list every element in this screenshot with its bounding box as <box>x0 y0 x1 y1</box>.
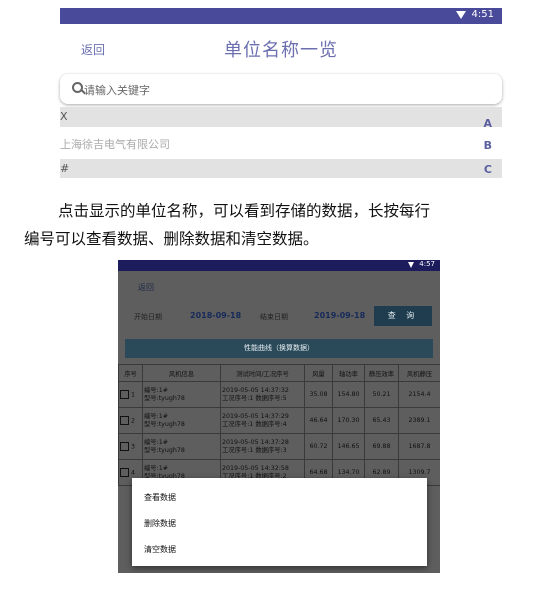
row-checkbox[interactable] <box>120 416 129 425</box>
wifi-icon <box>456 11 466 19</box>
status-time: 4:57 <box>419 260 435 268</box>
row-checkbox[interactable] <box>120 390 129 399</box>
section-label: X <box>60 110 68 123</box>
fan-model: 型号:tyugh78 <box>144 446 185 454</box>
app-header: 返回 单位名称一览 <box>60 24 502 74</box>
fan-id: 编号:1# <box>144 386 168 394</box>
performance-curve-button[interactable]: 性能曲线（换算数据） <box>125 339 433 358</box>
menu-item-delete-data[interactable]: 删除数据 <box>144 518 176 529</box>
start-date-field[interactable]: 2018-09-18 <box>190 311 241 320</box>
pressure-value: 1687.8 <box>398 433 440 460</box>
status-bar: 4:57 <box>118 260 440 271</box>
flow-value: 60.72 <box>304 433 333 460</box>
col-header-info: 风机信息 <box>142 364 221 382</box>
index-letter-c[interactable]: C <box>484 163 492 176</box>
fan-model: 型号:tyugh78 <box>144 420 185 428</box>
test-time: 2019-05-05 14:37:28 <box>222 438 289 446</box>
col-header-time: 测试时间/工况序号 <box>220 364 305 382</box>
section-header-hash: # <box>60 159 502 178</box>
power-value: 154.80 <box>332 381 365 408</box>
efficiency-value: 69.88 <box>364 433 399 460</box>
search-placeholder: 请输入关键字 <box>84 84 150 97</box>
list-item-company[interactable]: 上海徐吉电气有限公司 <box>60 129 502 157</box>
row-number: 4 <box>131 469 136 477</box>
power-value: 170.30 <box>332 407 365 434</box>
row-checkbox[interactable] <box>120 442 129 451</box>
table-row[interactable]: 3 编号:1# 型号:tyugh78 2019-05-05 14:37:28 工况序… <box>118 433 440 460</box>
caption-line-1: 点击显示的单位名称，可以看到存储的数据，长按每行 <box>58 202 431 220</box>
table-row[interactable]: 2 编号:1# 型号:tyugh78 2019-05-05 14:37:29 工况序… <box>118 407 440 434</box>
row-number: 2 <box>131 417 136 425</box>
col-header-power: 轴功率 <box>332 364 365 382</box>
fan-model: 型号:tyugh78 <box>144 394 185 402</box>
search-input[interactable]: 请输入关键字 <box>60 74 502 104</box>
page-title: 单位名称一览 <box>224 40 338 61</box>
efficiency-value: 50.21 <box>364 381 399 408</box>
row-number: 1 <box>131 391 136 399</box>
section-label: # <box>60 162 70 175</box>
condition-seq: 工况序号:1 数据序号:5 <box>222 394 287 402</box>
col-header-no: 序号 <box>118 364 143 382</box>
menu-item-view-data[interactable]: 查看数据 <box>144 492 176 503</box>
caption-line-2: 编号可以查看数据、删除数据和清空数据。 <box>24 230 319 248</box>
flow-value: 46.64 <box>304 407 333 434</box>
fan-id: 编号:1# <box>144 438 168 446</box>
col-header-flow: 风量 <box>304 364 333 382</box>
menu-item-clear-data[interactable]: 清空数据 <box>144 544 176 555</box>
index-letter-a[interactable]: A <box>483 117 492 130</box>
status-time: 4:51 <box>471 9 494 20</box>
col-header-efficiency: 静压效率 <box>364 364 399 382</box>
search-icon <box>72 82 83 93</box>
table-row[interactable]: 1 编号:1# 型号:tyugh78 2019-05-05 14:37:32 工况序… <box>118 381 440 408</box>
query-button[interactable]: 查 询 <box>374 306 432 326</box>
index-letter-b[interactable]: B <box>484 139 492 152</box>
wifi-icon <box>408 262 414 268</box>
status-bar: 4:51 <box>60 8 502 24</box>
screenshot-data-list: 4:57 返回 开始日期 2018-09-18 结束日期 2019-09-18 … <box>118 260 440 573</box>
col-header-pressure: 风机静压 <box>398 364 440 382</box>
section-header-x: X <box>60 107 502 127</box>
efficiency-value: 65.43 <box>364 407 399 434</box>
end-date-label: 结束日期 <box>260 313 288 321</box>
pressure-value: 2389.1 <box>398 407 440 434</box>
end-date-field[interactable]: 2019-09-18 <box>314 311 365 320</box>
data-table: 序号 风机信息 测试时间/工况序号 风量 轴功率 静压效率 风机静压 1 编号:… <box>118 364 440 486</box>
test-time: 2019-05-05 14:37:29 <box>222 412 289 420</box>
context-menu: 查看数据 删除数据 清空数据 <box>132 478 427 566</box>
power-value: 146.65 <box>332 433 365 460</box>
start-date-label: 开始日期 <box>134 313 162 321</box>
back-button[interactable]: 返回 <box>138 282 154 293</box>
test-time: 2019-05-05 14:37:32 <box>222 386 289 394</box>
row-checkbox[interactable] <box>120 468 129 477</box>
pressure-value: 2154.4 <box>398 381 440 408</box>
condition-seq: 工况序号:1 数据序号:4 <box>222 420 287 428</box>
table-header-row: 序号 风机信息 测试时间/工况序号 风量 轴功率 静压效率 风机静压 <box>118 364 440 382</box>
company-name: 上海徐吉电气有限公司 <box>60 138 170 151</box>
row-number: 3 <box>131 443 136 451</box>
screenshot-unit-list: 4:51 返回 单位名称一览 请输入关键字 X 上海徐吉电气有限公司 # A B… <box>60 8 502 178</box>
fan-id: 编号:1# <box>144 412 168 420</box>
fan-id: 编号:1# <box>144 464 168 472</box>
flow-value: 35.08 <box>304 381 333 408</box>
test-time: 2019-05-05 14:32:58 <box>222 464 289 472</box>
condition-seq: 工况序号:1 数据序号:3 <box>222 446 287 454</box>
